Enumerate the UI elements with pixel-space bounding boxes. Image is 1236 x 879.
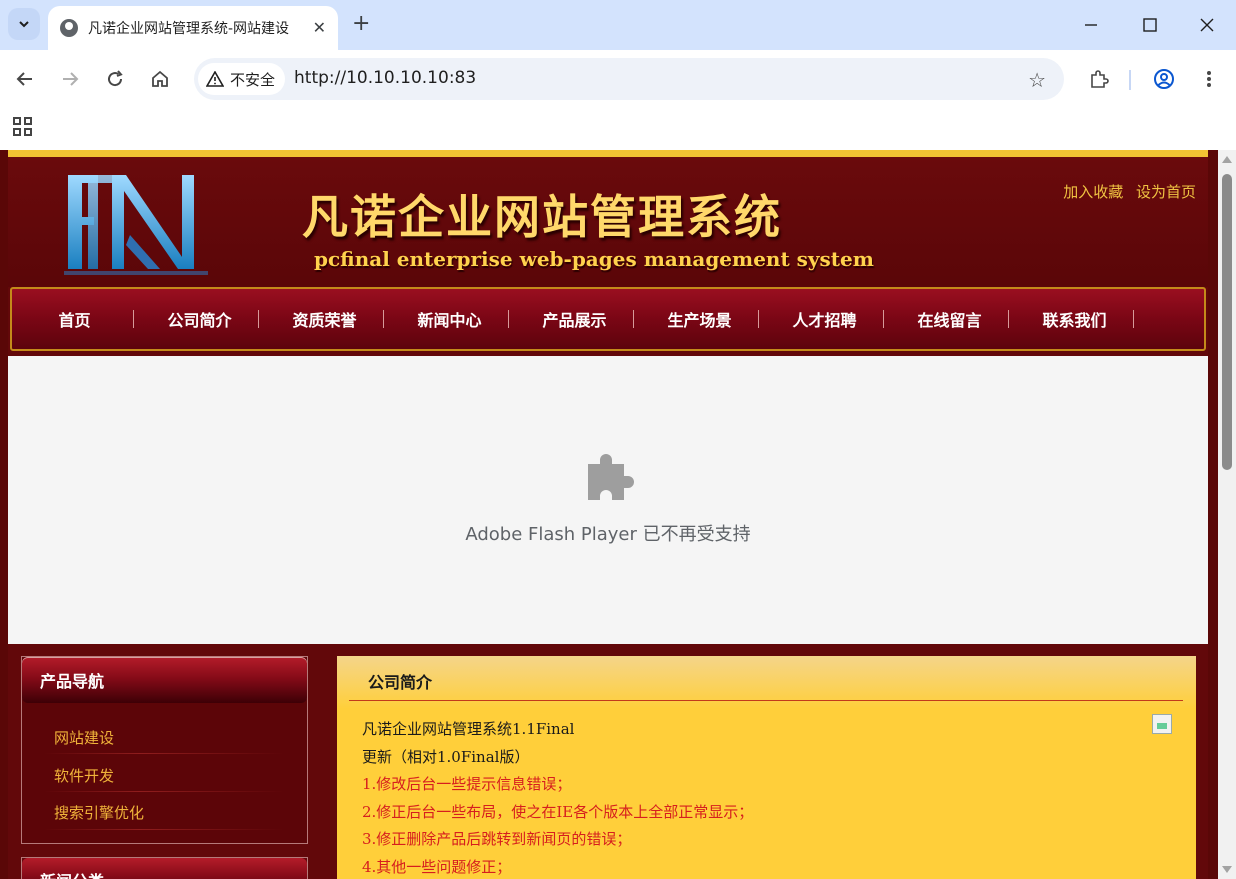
- nav-divider: [508, 310, 509, 328]
- nav-home[interactable]: 首页: [12, 289, 137, 349]
- company-intro-panel: 公司简介 凡诺企业网站管理系统1.1Final 更新（相对1.0Final版） …: [337, 656, 1196, 879]
- page-scrollbar[interactable]: [1218, 150, 1236, 879]
- nav-divider: [758, 310, 759, 328]
- header-links: 加入收藏 设为首页: [1055, 181, 1196, 202]
- nav-divider: [133, 310, 134, 328]
- content-line: 4.其他一些问题修正；: [362, 858, 512, 876]
- content-line: 3.修正删除产品后跳转到新闻页的错误；: [362, 830, 632, 848]
- nav-divider: [258, 310, 259, 328]
- broken-image-icon: [1152, 714, 1172, 734]
- account-icon: [1154, 69, 1174, 89]
- news-category-title: 新闻分类: [22, 858, 307, 879]
- nav-divider: [383, 310, 384, 328]
- tab-title: 凡诺企业网站管理系统-网站建设: [88, 21, 290, 37]
- add-favorite-link[interactable]: 加入收藏: [1063, 183, 1123, 201]
- maximize-icon: [1143, 18, 1157, 32]
- site-logo[interactable]: [64, 171, 208, 275]
- nav-about[interactable]: 公司简介: [137, 289, 262, 349]
- site-security-chip[interactable]: 不安全: [198, 63, 286, 95]
- divider: [349, 700, 1183, 701]
- news-category-box: 新闻分类: [21, 857, 308, 879]
- top-gold-stripe: [8, 150, 1208, 157]
- apps-grid-icon[interactable]: [13, 117, 33, 137]
- site-page: 凡诺企业网站管理系统 pcfinal enterprise web-pages …: [8, 150, 1208, 879]
- forward-button[interactable]: [53, 62, 87, 96]
- window-close-button[interactable]: [1192, 10, 1222, 40]
- company-intro-title: 公司简介: [368, 673, 433, 692]
- profile-button[interactable]: [1147, 62, 1181, 96]
- more-vert-icon: [1207, 71, 1211, 87]
- product-nav-item[interactable]: 软件开发: [54, 758, 274, 792]
- content-line: 1.修改后台一些提示信息错误；: [362, 775, 572, 793]
- browser-toolbar: 不安全 http://10.10.10.10:83 ☆: [0, 50, 1236, 108]
- home-button[interactable]: [143, 62, 177, 96]
- nav-contact[interactable]: 联系我们: [1012, 289, 1137, 349]
- minimize-button[interactable]: [1076, 10, 1106, 40]
- url-text[interactable]: http://10.10.10.10:83: [294, 68, 476, 88]
- arrow-right-icon: [63, 72, 79, 86]
- scroll-thumb[interactable]: [1222, 174, 1232, 470]
- content-line: 更新（相对1.0Final版）: [362, 748, 530, 766]
- product-nav-title: 产品导航: [22, 657, 307, 703]
- back-button[interactable]: [8, 62, 42, 96]
- page-viewport: 凡诺企业网站管理系统 pcfinal enterprise web-pages …: [0, 150, 1218, 879]
- tab-close-button[interactable]: ✕: [313, 18, 326, 37]
- address-bar[interactable]: 不安全 http://10.10.10.10:83 ☆: [194, 58, 1064, 100]
- puzzle-icon: [1091, 70, 1109, 88]
- arrow-left-icon: [16, 72, 32, 86]
- toolbar-divider: [1129, 70, 1131, 90]
- tab-search-button[interactable]: [8, 8, 40, 40]
- home-icon: [152, 70, 168, 87]
- security-label: 不安全: [230, 70, 276, 89]
- nav-divider: [1133, 310, 1134, 328]
- bookmark-star-icon[interactable]: ☆: [1028, 68, 1046, 92]
- content-line: 凡诺企业网站管理系统1.1Final: [362, 720, 575, 738]
- reload-button[interactable]: [98, 62, 132, 96]
- nav-guestbook[interactable]: 在线留言: [887, 289, 1012, 349]
- main-nav: 首页 公司简介 资质荣誉 新闻中心 产品展示 生产场景 人才招聘 在线留言 联系…: [10, 287, 1206, 351]
- nav-divider: [633, 310, 634, 328]
- nav-news[interactable]: 新闻中心: [387, 289, 512, 349]
- minimize-icon: [1085, 24, 1097, 26]
- divider: [44, 753, 284, 754]
- product-nav-item[interactable]: 搜索引擎优化: [54, 795, 274, 829]
- scroll-down-arrow-icon[interactable]: [1222, 866, 1232, 873]
- bookmarks-bar: [0, 108, 1236, 150]
- nav-products[interactable]: 产品展示: [512, 289, 637, 349]
- divider: [44, 829, 284, 830]
- globe-icon: [60, 19, 78, 37]
- site-title: 凡诺企业网站管理系统: [302, 190, 782, 244]
- new-tab-button[interactable]: +: [352, 12, 370, 36]
- plugin-puzzle-icon: [588, 454, 634, 500]
- nav-divider: [1008, 310, 1009, 328]
- warning-icon: [206, 71, 224, 87]
- maximize-button[interactable]: [1135, 10, 1165, 40]
- extensions-button[interactable]: [1082, 62, 1116, 96]
- scroll-up-arrow-icon[interactable]: [1222, 156, 1232, 163]
- menu-button[interactable]: [1192, 62, 1226, 96]
- nav-divider: [883, 310, 884, 328]
- divider: [44, 791, 284, 792]
- browser-tabstrip: 凡诺企业网站管理系统-网站建设 ✕ +: [0, 0, 1236, 50]
- set-homepage-link[interactable]: 设为首页: [1136, 183, 1196, 201]
- flash-banner-placeholder[interactable]: Adobe Flash Player 已不再受支持: [8, 356, 1208, 644]
- product-nav-box: 产品导航 网站建设 软件开发 搜索引擎优化: [21, 656, 308, 844]
- close-icon: [1200, 18, 1214, 32]
- nav-jobs[interactable]: 人才招聘: [762, 289, 887, 349]
- flash-unsupported-message: Adobe Flash Player 已不再受支持: [465, 524, 751, 545]
- reload-icon: [108, 70, 123, 87]
- site-header: 凡诺企业网站管理系统 pcfinal enterprise web-pages …: [8, 157, 1208, 287]
- chevron-down-icon: [19, 21, 29, 28]
- site-subtitle: pcfinal enterprise web-pages management …: [314, 247, 874, 271]
- nav-honors[interactable]: 资质荣誉: [262, 289, 387, 349]
- nav-production[interactable]: 生产场景: [637, 289, 762, 349]
- browser-tab-active[interactable]: 凡诺企业网站管理系统-网站建设 ✕: [48, 6, 338, 50]
- product-nav-item[interactable]: 网站建设: [54, 720, 274, 754]
- content-line: 2.修正后台一些布局，使之在IE各个版本上全部正常显示；: [362, 803, 754, 821]
